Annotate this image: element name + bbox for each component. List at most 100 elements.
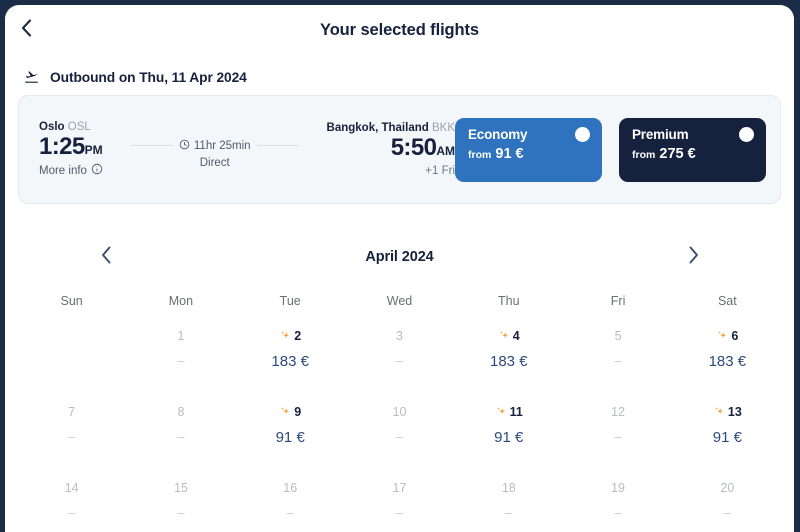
calendar-day-number-value: 8 xyxy=(177,405,185,419)
flight-leg: Oslo OSL 1:25PM More info 11hr 25min Dir… xyxy=(39,121,455,179)
fare-premium-price-value: 275 € xyxy=(659,145,696,162)
calendar-day-price: – xyxy=(177,428,185,444)
calendar-day-number: 7 xyxy=(68,405,76,420)
calendar-day-number: 5 xyxy=(614,329,622,344)
calendar-day-available[interactable]: 11 91 € xyxy=(454,392,563,468)
fare-card-premium[interactable]: Premium from 275 € xyxy=(619,117,766,182)
page-header: Your selected flights xyxy=(5,5,794,55)
flight-duration-block: 11hr 25min Direct xyxy=(103,139,327,169)
destination-time: 5:50AM xyxy=(390,133,455,162)
calendar-day-number-value: 3 xyxy=(396,329,403,343)
calendar-day-number: 12 xyxy=(611,405,625,420)
calendar-day-number: 11 xyxy=(495,405,523,420)
calendar-weekday-wed: Wed xyxy=(386,294,413,308)
sparkle-icon xyxy=(716,330,729,343)
calendar-day-price: – xyxy=(395,352,404,368)
origin-city-line: Oslo OSL xyxy=(39,121,103,133)
calendar-day-price: 91 € xyxy=(712,428,742,446)
calendar-day-empty xyxy=(17,316,126,392)
calendar-day-price: – xyxy=(177,504,185,520)
destination-time-value: 5:50 xyxy=(390,133,437,161)
calendar-day-unavailable: 18 – xyxy=(454,468,563,532)
calendar-day-number-value: 18 xyxy=(501,481,516,495)
fare-card-economy[interactable]: Economy from 91 € xyxy=(455,117,602,182)
calendar-day-number: 10 xyxy=(392,405,407,420)
calendar-weekday-thu: Thu xyxy=(498,294,520,308)
destination-block: Bangkok, Thailand BKK 5:50AM +1 Fri xyxy=(327,122,455,178)
calendar-day-unavailable: 5– xyxy=(563,316,672,392)
fare-economy-name: Economy xyxy=(468,126,528,142)
chevron-right-icon xyxy=(688,246,699,269)
calendar-day-price: – xyxy=(614,352,622,368)
duration-row: 11hr 25min xyxy=(113,139,317,153)
outbound-label: Outbound on Thu, 11 Apr 2024 xyxy=(50,69,247,85)
calendar-day-available[interactable]: 6 183 € xyxy=(673,316,782,392)
calendar-day-price: 183 € xyxy=(271,352,309,370)
calendar-day-unavailable: 8– xyxy=(126,392,235,468)
calendar-day-price: – xyxy=(177,352,185,368)
origin-city: Oslo xyxy=(39,120,65,133)
calendar-day-price: – xyxy=(505,504,513,520)
calendar-day-number-value: 17 xyxy=(392,481,407,495)
page-title: Your selected flights xyxy=(320,20,479,39)
clock-icon xyxy=(179,139,190,153)
outbound-heading: Outbound on Thu, 11 Apr 2024 xyxy=(5,55,794,95)
destination-city: Bangkok, Thailand xyxy=(326,121,429,134)
calendar-weekday-sun: Sun xyxy=(60,294,83,308)
back-button[interactable] xyxy=(13,17,39,43)
calendar-day-number: 6 xyxy=(716,329,738,344)
calendar-day-unavailable: 7– xyxy=(17,392,126,468)
origin-time: 1:25PM xyxy=(39,133,103,161)
calendar-day-number: 2 xyxy=(279,329,302,344)
calendar-weekday-sat: Sat xyxy=(717,294,737,308)
calendar-weekday-row: Sun Mon Tue Wed Thu Fri Sat xyxy=(17,272,782,316)
calendar-day-price: 183 € xyxy=(708,352,747,370)
origin-iata: OSL xyxy=(67,120,91,133)
calendar-weekday-mon: Mon xyxy=(168,294,194,308)
calendar-day-unavailable: 20 – xyxy=(673,468,782,532)
calendar-day-number-value: 9 xyxy=(294,405,302,419)
calendar-day-unavailable: 3– xyxy=(345,316,454,392)
calendar-day-number-value: 10 xyxy=(392,405,407,419)
calendar-day-number-value: 4 xyxy=(512,329,520,343)
chevron-left-icon xyxy=(21,18,32,42)
app-frame: Your selected flights Outbound on Thu, 1… xyxy=(0,0,800,532)
more-info-label: More info xyxy=(39,164,87,177)
calendar-day-available[interactable]: 4 183 € xyxy=(454,316,563,392)
calendar-day-price: – xyxy=(286,504,294,520)
fare-premium-radio[interactable] xyxy=(739,126,754,142)
calendar-day-number-value: 2 xyxy=(294,329,302,343)
calendar-day-number-value: 5 xyxy=(614,329,622,343)
calendar-day-number-value: 15 xyxy=(173,481,188,495)
calendar-day-number-value: 1 xyxy=(177,329,185,343)
route-line-left xyxy=(130,145,173,146)
destination-time-meridiem: AM xyxy=(436,143,455,158)
calendar-day-price: 91 € xyxy=(494,428,524,446)
calendar-prev-month-button[interactable] xyxy=(92,243,120,271)
calendar-day-available[interactable]: 13 91 € xyxy=(673,392,782,468)
price-calendar: April 2024 Sun Mon Tue Wed Thu Fri Sat 1–2 183 … xyxy=(5,242,794,532)
calendar-day-number-value: 7 xyxy=(68,405,76,419)
chevron-left-icon xyxy=(101,246,112,269)
sparkle-icon xyxy=(279,330,292,343)
calendar-day-number: 8 xyxy=(177,405,185,420)
calendar-day-price: 183 € xyxy=(490,352,528,370)
calendar-next-month-button[interactable] xyxy=(679,243,707,271)
calendar-days-grid: 1–2 183 €3–4 183 €5–6 183 €7–8–9 91 €10–11 91… xyxy=(17,316,782,532)
more-info-button[interactable]: More info xyxy=(39,163,103,178)
calendar-day-available[interactable]: 2 183 € xyxy=(236,316,345,392)
calendar-day-number: 16 xyxy=(283,481,297,496)
origin-time-meridiem: PM xyxy=(84,142,103,157)
calendar-day-number-value: 20 xyxy=(720,481,735,495)
calendar-day-unavailable: 1– xyxy=(126,316,235,392)
calendar-day-unavailable: 16 – xyxy=(236,468,345,532)
sparkle-icon xyxy=(713,406,726,419)
fare-premium-name: Premium xyxy=(632,126,689,142)
fare-economy-radio[interactable] xyxy=(575,126,590,142)
calendar-day-number: 17 xyxy=(392,481,407,496)
flight-takeoff-icon xyxy=(22,69,41,85)
calendar-weekday-tue: Tue xyxy=(279,294,301,308)
destination-day-offset: +1 Fri xyxy=(425,165,455,178)
calendar-day-available[interactable]: 9 91 € xyxy=(236,392,345,468)
calendar-day-price: – xyxy=(723,504,731,520)
